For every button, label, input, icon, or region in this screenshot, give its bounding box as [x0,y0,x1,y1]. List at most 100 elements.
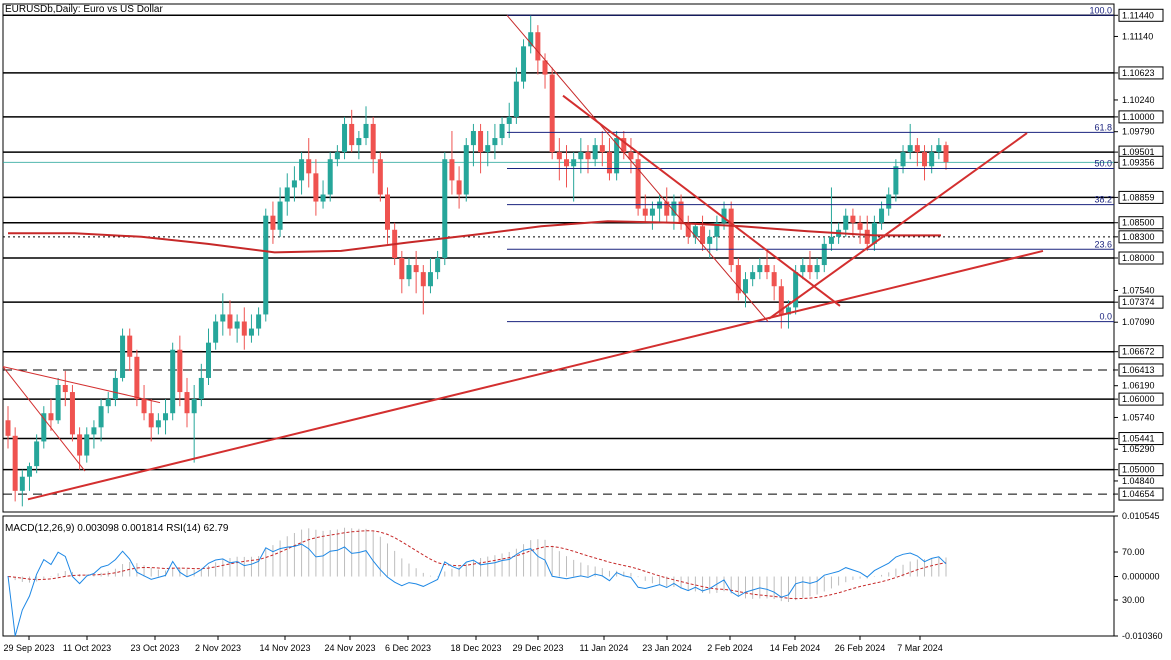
candle-body-118 [850,215,856,223]
fib-label-1: 61.8 [1094,122,1112,132]
candle-body-131 [943,145,949,163]
sub-tick-label-1: 70.00 [1122,547,1145,557]
candle-body-113 [814,265,820,273]
candle-body-96 [692,226,698,237]
candle-body-89 [642,208,648,216]
candle-body-50 [363,123,369,139]
candle-body-45 [327,159,333,195]
candle-body-44 [320,194,326,202]
candle-body-126 [907,145,913,153]
chart-svg: 100.0 61.8 50.0 38.2 23.6 0.0 1.11440 1.11140 1… [0,0,1171,660]
price-tick-label-0: 1.11440 [1122,10,1154,20]
candle-body-127 [914,145,920,153]
x-tick-label-4: 14 Nov 2023 [259,643,310,653]
candle-body-53 [384,194,390,230]
candle-body-23 [170,349,176,414]
price-tick-label-5: 1.09790 [1122,127,1155,137]
candle-body-81 [585,152,591,160]
x-tick-label-6: 6 Dec 2023 [385,643,431,653]
candle-body-28 [205,342,211,378]
price-tick-label-11: 1.08000 [1122,253,1155,263]
x-tick-label-9: 11 Jan 2024 [580,643,629,653]
x-tick-label-0: 29 Sep 2023 [3,643,54,653]
fib-label-3: 38.2 [1094,195,1112,205]
price-tick-label-4: 1.10000 [1122,112,1155,122]
sub-tick-label-4: -0.010360 [1122,631,1163,641]
candle-body-49 [356,138,362,146]
candle-body-83 [599,145,605,153]
x-tick-label-14: 7 Mar 2024 [897,643,943,653]
candle-body-90 [649,208,655,216]
price-tick-label-2: 1.10623 [1122,68,1155,78]
x-tick-label-8: 29 Dec 2023 [512,643,563,653]
x-tick-label-3: 2 Nov 2023 [195,643,241,653]
candle-body-46 [334,152,340,160]
x-tick-label-12: 14 Feb 2024 [770,643,821,653]
candle-body-68 [492,138,498,146]
candle-body-125 [900,152,906,167]
fib-label-2: 50.0 [1094,158,1112,168]
candle-body-71 [513,81,519,117]
candle-body-34 [248,328,254,336]
fib-label-4: 23.6 [1094,239,1112,249]
candle-body-80 [578,152,584,160]
candle-body-5 [41,413,47,442]
candle-body-58 [420,272,426,287]
sub-tick-label-2: 0.000000 [1122,572,1160,582]
fib-label-5: 0.0 [1099,312,1112,322]
candle-body-110 [793,272,799,308]
price-tick-label-22: 1.05000 [1122,465,1155,475]
sub-tick-label-0: 0.010545 [1122,511,1160,521]
candle-body-6 [48,413,54,421]
candle-body-15 [112,377,118,400]
price-tick-label-13: 1.07374 [1122,297,1155,307]
candle-body-9 [69,392,75,435]
candle-body-22 [163,413,169,421]
price-tick-label-12: 1.07540 [1122,285,1155,295]
candle-body-55 [399,258,405,280]
candle-body-18 [134,356,140,400]
candle-body-26 [191,399,197,414]
candle-body-36 [263,215,269,315]
price-tick-label-9: 1.08500 [1122,218,1155,228]
candle-body-63 [456,180,462,195]
candle-body-78 [564,159,570,167]
candle-body-1 [12,435,18,491]
candle-body-119 [857,222,863,230]
candle-body-62 [449,159,455,181]
candle-body-51 [370,123,376,160]
candle-body-52 [377,159,383,195]
indicator-label: MACD(12,26,9) 0.003098 0.001814 RSI(14) … [5,523,229,534]
chart-title: EURUSDb,Daily: Euro vs US Dollar [5,4,163,15]
x-tick-label-11: 2 Feb 2024 [707,643,753,653]
candle-body-35 [256,314,262,329]
candle-body-65 [470,131,476,146]
candle-body-14 [105,399,111,407]
candle-body-56 [406,265,412,280]
price-tick-label-24: 1.04654 [1122,489,1155,499]
candle-body-67 [485,145,491,153]
candle-body-122 [879,208,885,223]
candle-body-107 [771,272,777,287]
candle-body-115 [828,236,834,244]
x-tick-label-7: 18 Dec 2023 [450,643,501,653]
candle-body-4 [34,441,40,467]
fib-label-0: 100.0 [1089,5,1112,15]
candle-body-17 [127,335,133,357]
candle-body-12 [91,427,97,435]
candle-body-47 [342,123,348,153]
candle-body-27 [198,377,204,400]
candle-body-25 [184,392,190,414]
candle-body-57 [413,265,419,273]
candle-body-31 [227,314,233,329]
candle-body-64 [463,145,469,195]
candle-body-111 [800,265,806,273]
x-tick-label-1: 11 Oct 2023 [63,643,111,653]
candle-body-105 [757,265,763,273]
candle-body-120 [864,229,870,244]
candle-body-40 [291,180,297,188]
candle-body-92 [664,201,670,216]
candle-body-101 [728,208,734,266]
candle-body-32 [234,321,240,329]
price-tick-label-18: 1.06000 [1122,394,1155,404]
